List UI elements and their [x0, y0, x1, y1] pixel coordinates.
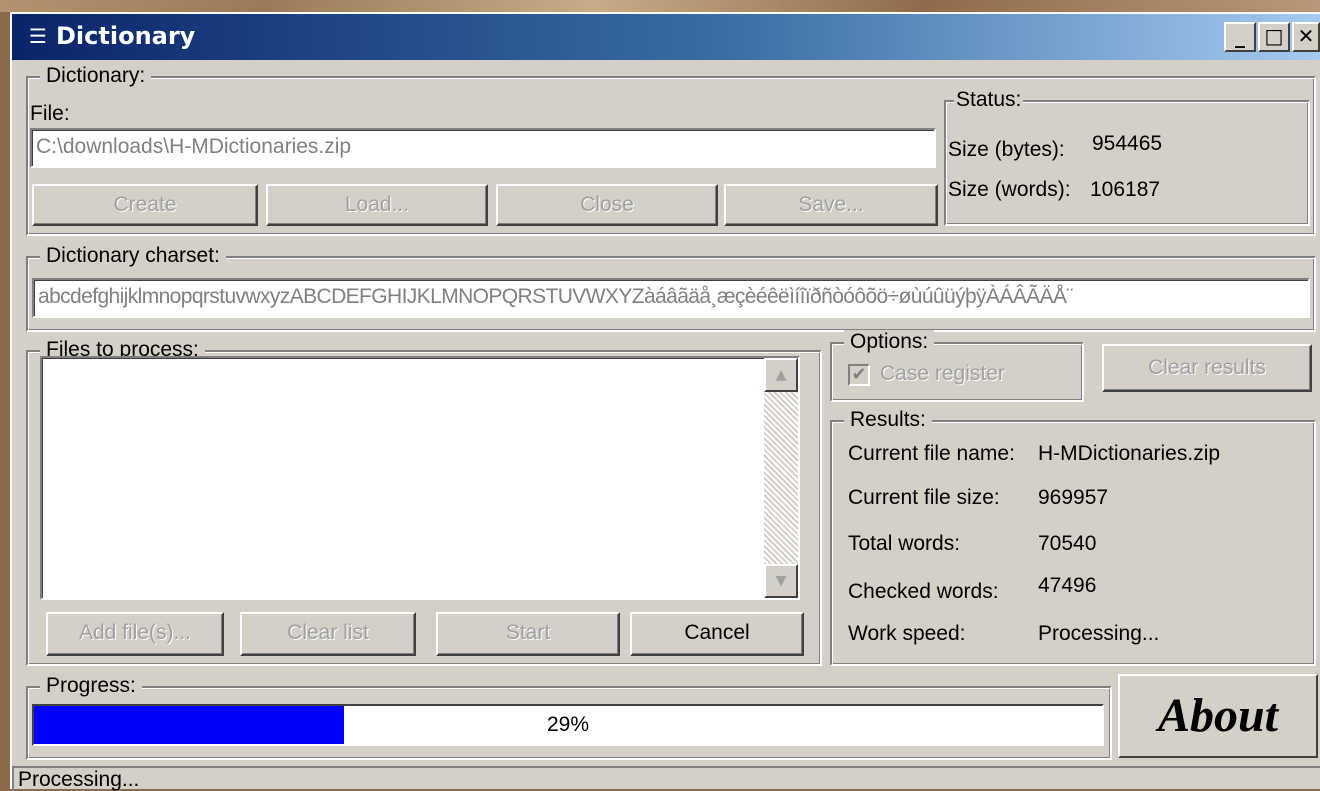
size-bytes-label: Size (bytes): [948, 138, 1065, 161]
progress-bar: 29% [32, 704, 1104, 746]
total-words-value: 70540 [1038, 532, 1097, 555]
total-words-label: Total words: [848, 532, 961, 555]
size-words-value: 106187 [1090, 178, 1161, 201]
close-window-button[interactable]: ✕ [1292, 22, 1320, 52]
file-path-field[interactable]: C:\downloads\H-MDictionaries.zip [30, 128, 936, 168]
checked-words-label: Checked words: [848, 580, 999, 603]
checked-words-value: 47496 [1038, 574, 1097, 597]
case-register-label: Case register [880, 362, 1005, 385]
desktop-background [0, 0, 1320, 12]
minimize-button[interactable]: _ [1224, 22, 1256, 52]
cancel-button[interactable]: Cancel [630, 612, 804, 656]
current-file-size-value: 969957 [1038, 486, 1109, 509]
status-bar-text: Processing... [18, 768, 140, 791]
options-legend: Options: [844, 330, 935, 354]
scroll-up-icon[interactable]: ▲ [764, 358, 798, 392]
add-files-button[interactable]: Add file(s)... [46, 612, 224, 656]
file-label: File: [30, 102, 70, 125]
current-file-size-label: Current file size: [848, 486, 1000, 509]
status-bar: Processing... [12, 766, 1320, 791]
work-speed-value: Processing... [1038, 622, 1160, 645]
current-file-name-value: H-MDictionaries.zip [1038, 442, 1221, 465]
status-group: Status: [944, 88, 1310, 226]
title-bar[interactable]: ☰ Dictionary _ □ ✕ [12, 14, 1320, 60]
case-register-checkbox[interactable]: ✔ [848, 364, 870, 386]
clear-results-button[interactable]: Clear results [1102, 344, 1312, 392]
save-button[interactable]: Save... [724, 184, 938, 226]
status-legend: Status: [954, 88, 1024, 112]
load-button[interactable]: Load... [266, 184, 488, 226]
dictionary-window: ☰ Dictionary _ □ ✕ Dictionary: File: C:\… [10, 12, 1320, 791]
progress-percent-text: 29% [546, 713, 590, 736]
maximize-button[interactable]: □ [1258, 22, 1290, 52]
current-file-name-label: Current file name: [848, 442, 1015, 465]
scroll-down-icon[interactable]: ▼ [764, 564, 798, 598]
about-button[interactable]: About [1118, 674, 1318, 758]
book-icon: ☰ [29, 24, 47, 48]
work-speed-label: Work speed: [848, 622, 966, 645]
dictionary-legend: Dictionary: [40, 64, 152, 88]
size-words-label: Size (words): [948, 178, 1071, 201]
create-button[interactable]: Create [32, 184, 258, 226]
charset-field[interactable]: abcdefghijklmnopqrstuvwxyzABCDEFGHIJKLMN… [32, 278, 1310, 318]
window-title: Dictionary [56, 22, 196, 50]
progress-legend: Progress: [40, 674, 142, 698]
charset-legend: Dictionary charset: [40, 244, 226, 268]
results-legend: Results: [844, 408, 932, 432]
close-button[interactable]: Close [496, 184, 718, 226]
size-bytes-value: 954465 [1092, 132, 1163, 155]
clear-list-button[interactable]: Clear list [240, 612, 416, 656]
start-button[interactable]: Start [436, 612, 620, 656]
files-scrollbar[interactable] [764, 358, 798, 598]
files-listbox[interactable]: ▲ ▼ [40, 356, 800, 600]
